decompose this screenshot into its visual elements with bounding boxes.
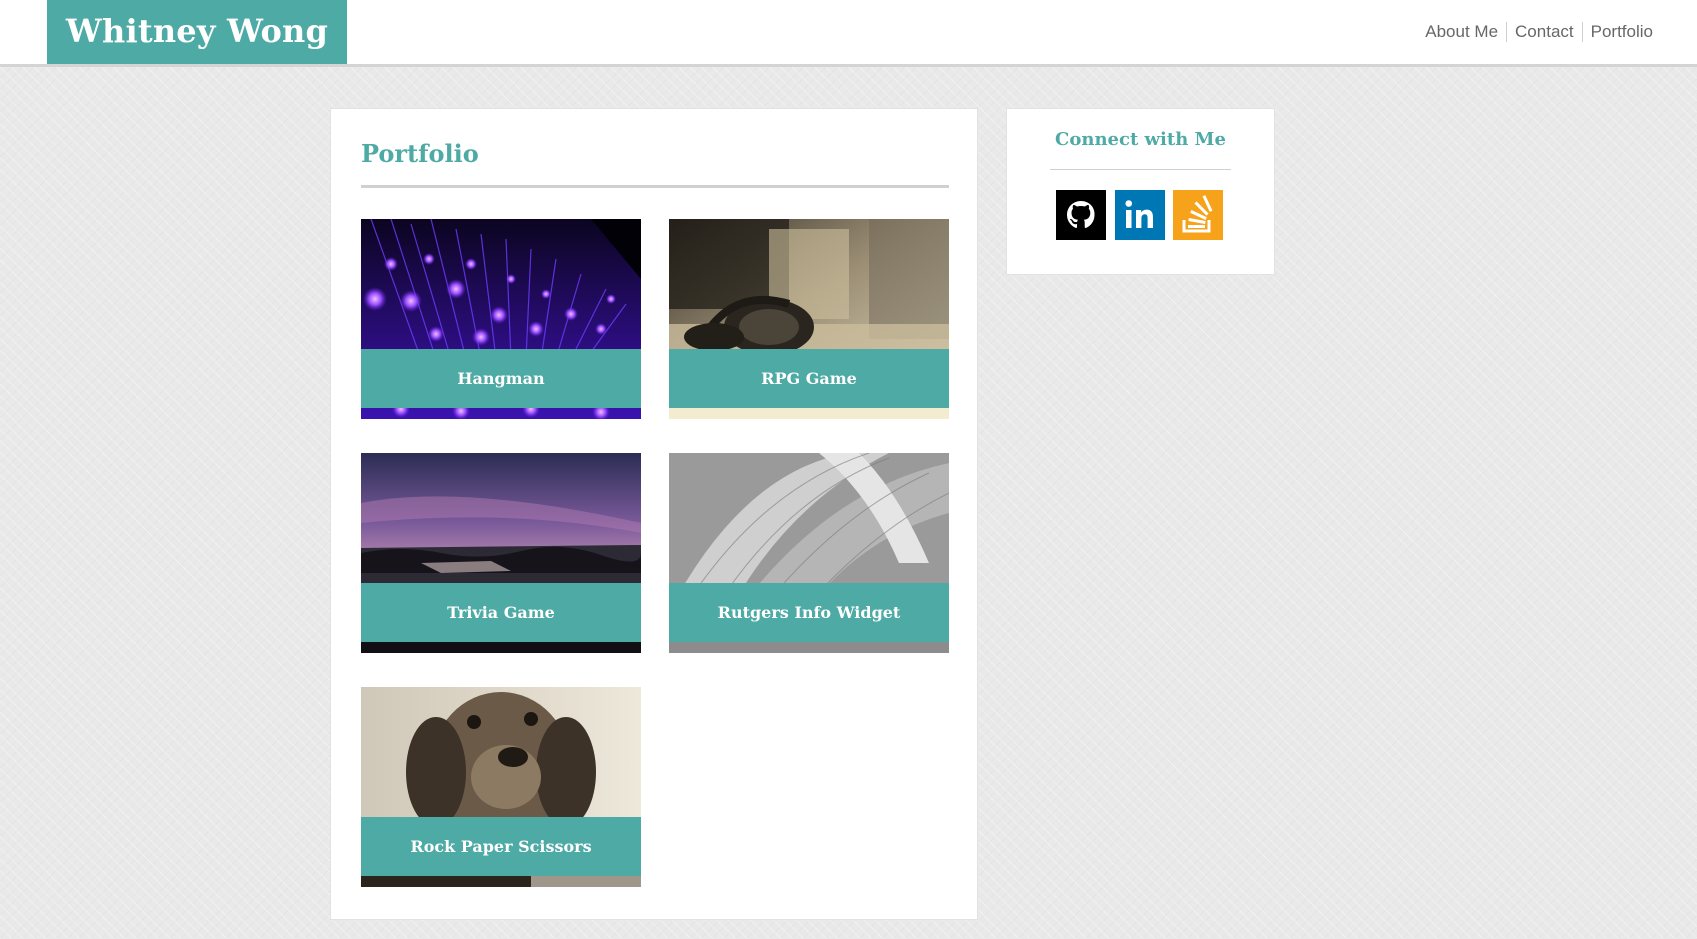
hangman-label: Hangman	[361, 349, 641, 408]
trivia-game-label: Trivia Game	[361, 583, 641, 642]
site-brand-link[interactable]: Whitney Wong	[47, 0, 347, 64]
rock-paper-scissors-label: Rock Paper Scissors	[361, 817, 641, 876]
portfolio-item-rutgers-info-widget[interactable]: Rutgers Info Widget	[669, 453, 949, 653]
connect-title: Connect with Me	[1055, 129, 1226, 150]
linkedin-icon	[1115, 190, 1165, 240]
nav-about-me[interactable]: About Me	[1417, 22, 1506, 42]
site-header: Whitney Wong About Me Contact Portfolio	[0, 0, 1697, 67]
portfolio-card: Portfolio Hangman RPG Game Trivia Game R…	[330, 108, 978, 920]
portfolio-item-rpg-game[interactable]: RPG Game	[669, 219, 949, 419]
portfolio-item-hangman[interactable]: Hangman	[361, 219, 641, 419]
nav-portfolio[interactable]: Portfolio	[1581, 22, 1653, 42]
stackoverflow-link[interactable]	[1173, 190, 1223, 240]
portfolio-item-rock-paper-scissors[interactable]: Rock Paper Scissors	[361, 687, 641, 887]
portfolio-item-trivia-game[interactable]: Trivia Game	[361, 453, 641, 653]
github-link[interactable]	[1056, 190, 1106, 240]
connect-divider	[1050, 169, 1231, 170]
connect-card: Connect with Me	[1006, 108, 1275, 275]
portfolio-title: Portfolio	[361, 139, 479, 168]
main-nav: About Me Contact Portfolio	[1417, 22, 1653, 42]
title-divider	[361, 185, 949, 188]
rpg-game-label: RPG Game	[669, 349, 949, 408]
linkedin-link[interactable]	[1115, 190, 1165, 240]
rutgers-info-widget-label: Rutgers Info Widget	[669, 583, 949, 642]
stackoverflow-icon	[1173, 190, 1223, 240]
github-icon	[1056, 190, 1106, 240]
nav-contact[interactable]: Contact	[1506, 22, 1582, 42]
